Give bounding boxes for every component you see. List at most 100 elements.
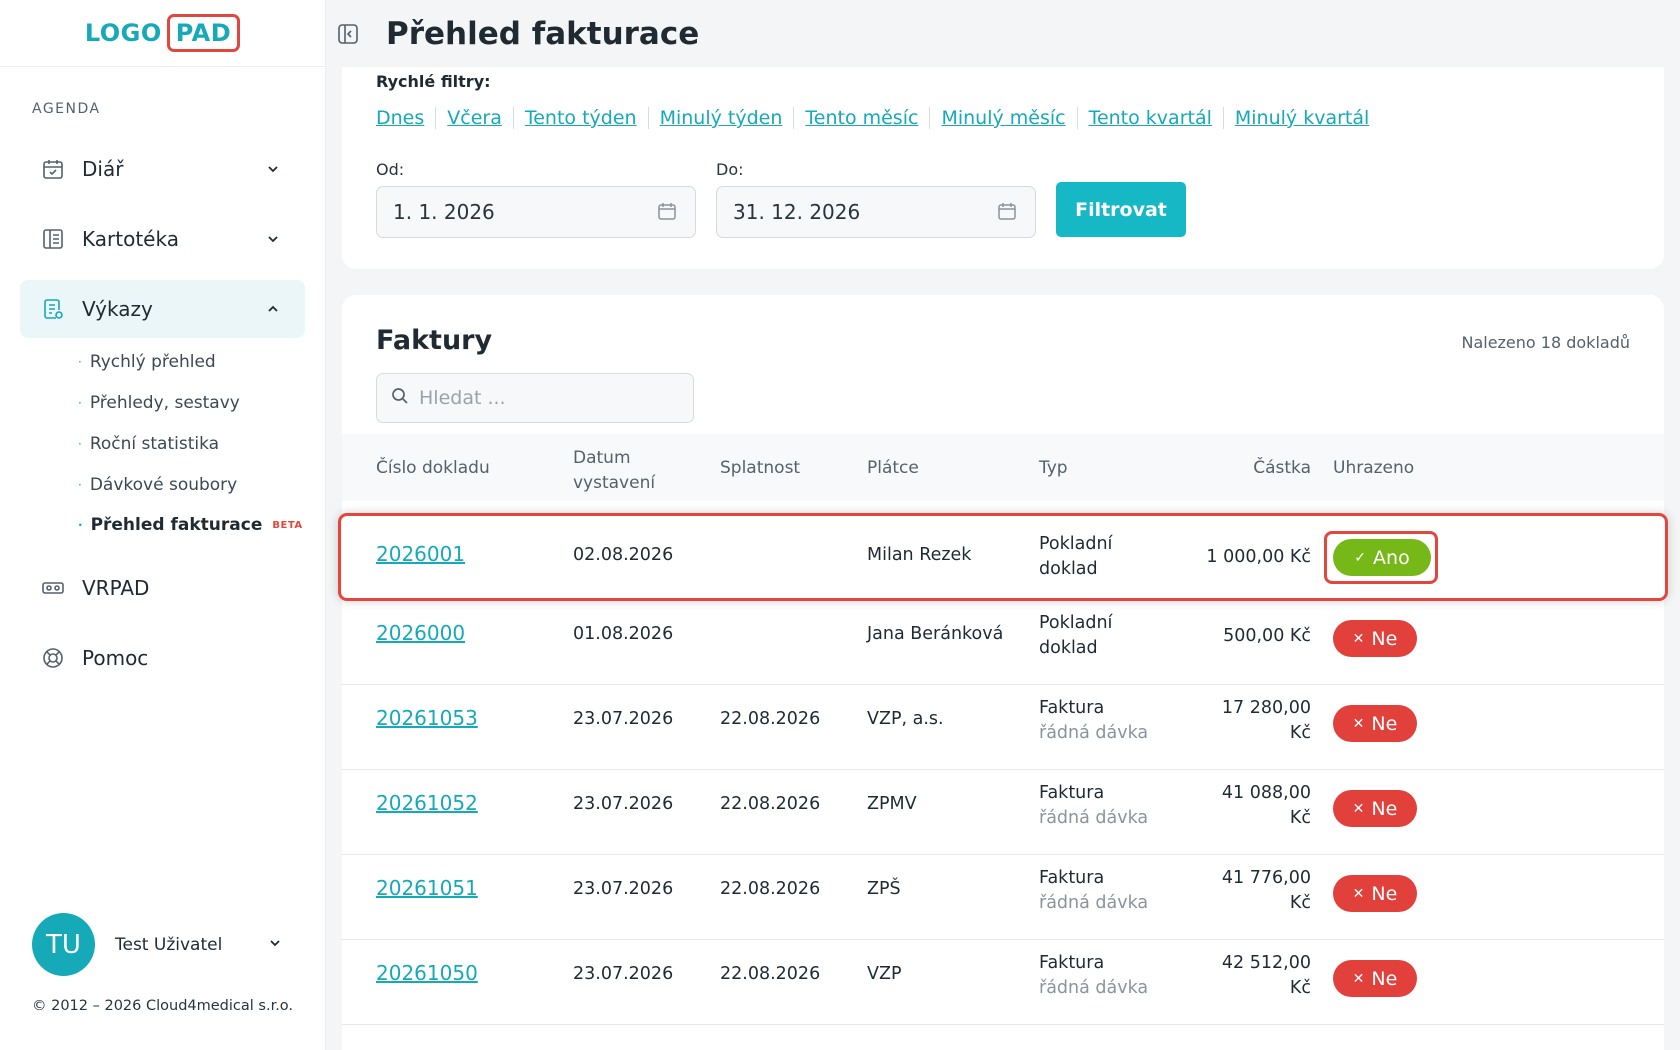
type-detail: řádná dávka [1039, 723, 1149, 743]
quick-filter-tento-mesic[interactable]: Tento měsíc [805, 107, 918, 129]
page-title: Přehled fakturace [386, 15, 700, 52]
type-main: Pokladní [1039, 534, 1113, 554]
sidebar-subitem-davkove-soubory[interactable]: · Dávkové soubory [78, 475, 237, 495]
search-input[interactable]: Hledat ... [376, 373, 694, 423]
divider [647, 107, 649, 129]
invoice-number-link[interactable]: 20261052 [376, 791, 478, 815]
amount-cell: 500,00 Kč [1191, 624, 1311, 649]
quick-filter-minuly-kvartal[interactable]: Minulý kvartál [1235, 107, 1369, 129]
issued-date: 01.08.2026 [573, 624, 674, 644]
quick-filter-vcera[interactable]: Včera [447, 107, 502, 129]
check-icon: ✓ [1354, 549, 1367, 566]
amount-value: 42 512,00 [1221, 953, 1311, 973]
invoice-number-cell: 2026000 [376, 621, 465, 645]
close-icon: ✕ [1352, 715, 1365, 732]
sidebar-item-diar[interactable]: Diář [20, 140, 305, 198]
logo[interactable]: LOGO PAD [84, 14, 241, 52]
quick-filter-tento-tyden[interactable]: Tento týden [525, 107, 637, 129]
paid-status-label: Ne [1371, 627, 1398, 650]
paid-status-badge[interactable]: ✕ Ne [1333, 960, 1417, 997]
paid-status-badge[interactable]: ✕ Ne [1333, 705, 1417, 742]
amount-cell: 41 776,00 Kč [1191, 866, 1311, 916]
invoices-title: Faktury [376, 325, 493, 356]
sidebar: LOGO PAD AGENDA Diář Kartotéka Výkazy · [0, 0, 326, 1050]
to-label: Do: [716, 160, 744, 179]
column-header-amount[interactable]: Částka [1191, 458, 1311, 478]
amount-value: 41 776,00 [1221, 868, 1311, 888]
column-header-issued[interactable]: Datum vystavení [573, 446, 655, 496]
paid-status-badge[interactable]: ✕ Ne [1333, 790, 1417, 827]
type-detail: řádná dávka [1039, 978, 1149, 998]
sidebar-item-kartoteka[interactable]: Kartotéka [20, 210, 305, 268]
column-header-paid[interactable]: Uhrazeno [1333, 458, 1414, 478]
invoice-number-link[interactable]: 20261050 [376, 961, 478, 985]
close-icon: ✕ [1352, 970, 1365, 987]
paid-status-badge[interactable]: ✓ Ano [1333, 539, 1431, 576]
results-count: Nalezeno 18 dokladů [1461, 333, 1630, 352]
sidebar-subitem-label: Rychlý přehled [89, 352, 216, 372]
sidebar-subitem-rocni-statistika[interactable]: · Roční statistika [78, 434, 219, 454]
issued-date: 23.07.2026 [573, 879, 674, 899]
column-header-issued-line2: vystavení [573, 473, 656, 493]
search-placeholder: Hledat ... [419, 387, 506, 409]
sidebar-subitem-prehled-fakturace[interactable]: · Přehled fakturace BETA [78, 515, 303, 535]
sidebar-subitem-label: Roční statistika [89, 434, 220, 454]
paid-status-badge[interactable]: ✕ Ne [1333, 875, 1417, 912]
chevron-up-icon [263, 302, 283, 316]
due-date: 22.08.2026 [720, 964, 821, 984]
sidebar-subitem-prehledy-sestavy[interactable]: · Přehledy, sestavy [78, 393, 240, 413]
date-from-value: 1. 1. 2026 [393, 200, 495, 224]
column-header-type[interactable]: Typ [1039, 458, 1068, 478]
quick-filter-dnes[interactable]: Dnes [376, 107, 424, 129]
table-row: 20261051 23.07.2026 22.08.2026 ZPŠ Faktu… [342, 855, 1664, 940]
due-date: 22.08.2026 [720, 879, 821, 899]
date-to-field[interactable]: 31. 12. 2026 [716, 186, 1036, 238]
type-cell: Faktura řádná dávka [1039, 696, 1148, 746]
quick-filter-tento-kvartal[interactable]: Tento kvartál [1089, 107, 1212, 129]
invoice-number-link[interactable]: 2026000 [376, 621, 465, 645]
logo-badge: PAD [166, 14, 241, 52]
table-header: Číslo dokladu Datum vystavení Splatnost … [342, 434, 1664, 501]
invoice-number-link[interactable]: 20261053 [376, 706, 478, 730]
invoice-number-link[interactable]: 2026001 [376, 542, 465, 566]
invoice-number-cell: 20261053 [376, 706, 478, 730]
issued-date: 23.07.2026 [573, 794, 674, 814]
type-detail: řádná dávka [1039, 893, 1149, 913]
sidebar-item-vykazy[interactable]: Výkazy [20, 280, 305, 338]
payer: ZPŠ [867, 879, 901, 899]
quick-filter-minuly-tyden[interactable]: Minulý týden [660, 107, 783, 129]
sidebar-item-label: Výkazy [82, 297, 153, 321]
date-to-value: 31. 12. 2026 [733, 200, 861, 224]
filter-card: Rychlé filtry: Dnes Včera Tento týden Mi… [342, 67, 1664, 269]
type-cell: Pokladní doklad [1039, 532, 1112, 582]
column-header-number[interactable]: Číslo dokladu [376, 458, 490, 478]
filter-button[interactable]: Filtrovat [1056, 182, 1186, 237]
sidebar-item-pomoc[interactable]: Pomoc [20, 629, 305, 687]
bullet-icon: · [78, 518, 83, 532]
avatar: TU [32, 913, 95, 976]
column-header-due[interactable]: Splatnost [720, 458, 800, 478]
type-detail: doklad [1039, 559, 1098, 579]
user-menu[interactable]: TU Test Uživatel [32, 913, 282, 976]
invoice-number-cell: 20261051 [376, 876, 478, 900]
amount-value: 17 280,00 [1221, 698, 1311, 718]
sidebar-item-vrpad[interactable]: VRPAD [20, 559, 305, 617]
invoice-number-cell: 2026001 [376, 542, 465, 566]
column-header-issued-line1: Datum [573, 448, 631, 468]
divider [435, 107, 437, 129]
date-from-field[interactable]: 1. 1. 2026 [376, 186, 696, 238]
calendar-icon[interactable] [997, 201, 1017, 226]
section-title-agenda: AGENDA [32, 101, 101, 117]
table-row: 20261053 23.07.2026 22.08.2026 VZP, a.s.… [342, 685, 1664, 770]
sidebar-subitem-rychly-prehled[interactable]: · Rychlý přehled [78, 352, 216, 372]
sidebar-subitem-label: Přehledy, sestavy [89, 393, 240, 413]
column-header-payer[interactable]: Plátce [867, 458, 919, 478]
sidebar-toggle-icon[interactable] [336, 22, 360, 46]
chevron-down-icon [263, 232, 283, 246]
invoice-number-link[interactable]: 20261051 [376, 876, 478, 900]
paid-status-badge[interactable]: ✕ Ne [1333, 620, 1417, 657]
quick-filter-minuly-mesic[interactable]: Minulý měsíc [941, 107, 1065, 129]
bullet-icon: · [78, 355, 82, 369]
calendar-icon[interactable] [657, 201, 677, 226]
logo-text: LOGO [84, 19, 162, 47]
